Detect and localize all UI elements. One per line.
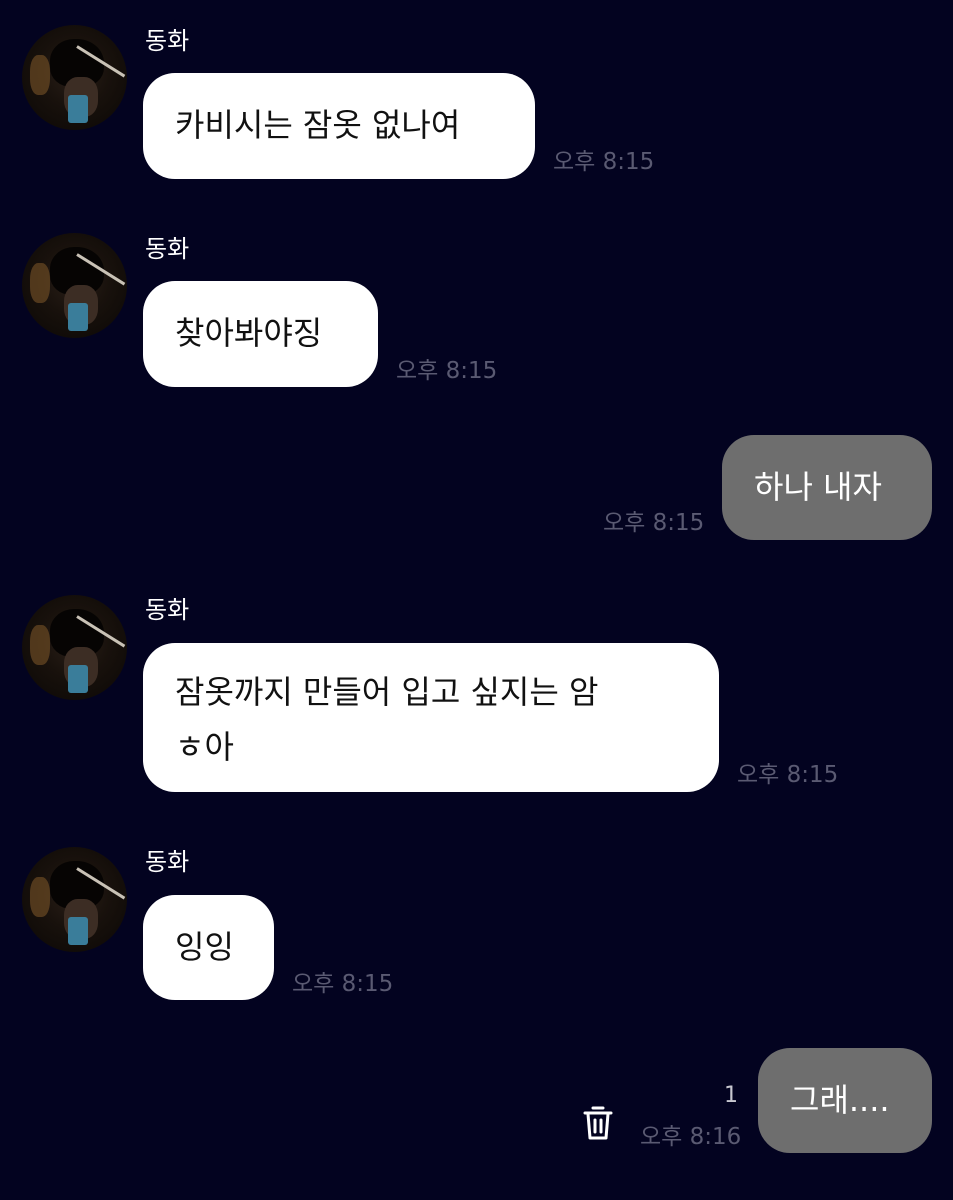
message-line: ㅎ아 <box>175 728 234 766</box>
outgoing-message-bubble[interactable]: 하나 내자 <box>722 435 932 540</box>
message-timestamp: 오후 8:15 <box>553 149 655 175</box>
message-timestamp: 오후 8:15 <box>396 358 498 384</box>
incoming-message-bubble[interactable]: 카비시는 잠옷 없나여 <box>143 73 535 179</box>
sender-avatar[interactable] <box>22 233 127 338</box>
sender-avatar[interactable] <box>22 25 127 130</box>
sender-avatar[interactable] <box>22 595 127 700</box>
incoming-message-bubble[interactable]: 잠옷까지 만들어 입고 싶지는 암 ㅎ아 <box>143 643 719 792</box>
incoming-message-bubble[interactable]: 찾아봐야징 <box>143 281 378 387</box>
message-timestamp: 오후 8:15 <box>603 510 705 536</box>
message-timestamp: 오후 8:16 <box>640 1124 742 1150</box>
unread-count: 1 <box>724 1083 738 1108</box>
message-line: 잠옷까지 만들어 입고 싶지는 암 <box>175 673 599 711</box>
sender-name: 동화 <box>145 848 190 876</box>
sender-name: 동화 <box>145 596 190 624</box>
outgoing-message-bubble[interactable]: 그래.... <box>758 1048 932 1153</box>
sender-avatar[interactable] <box>22 847 127 952</box>
sender-name: 동화 <box>145 235 190 263</box>
trash-icon[interactable] <box>582 1104 614 1142</box>
message-timestamp: 오후 8:15 <box>737 762 839 788</box>
incoming-message-bubble[interactable]: 잉잉 <box>143 895 274 1000</box>
message-timestamp: 오후 8:15 <box>292 971 394 997</box>
sender-name: 동화 <box>145 27 190 55</box>
